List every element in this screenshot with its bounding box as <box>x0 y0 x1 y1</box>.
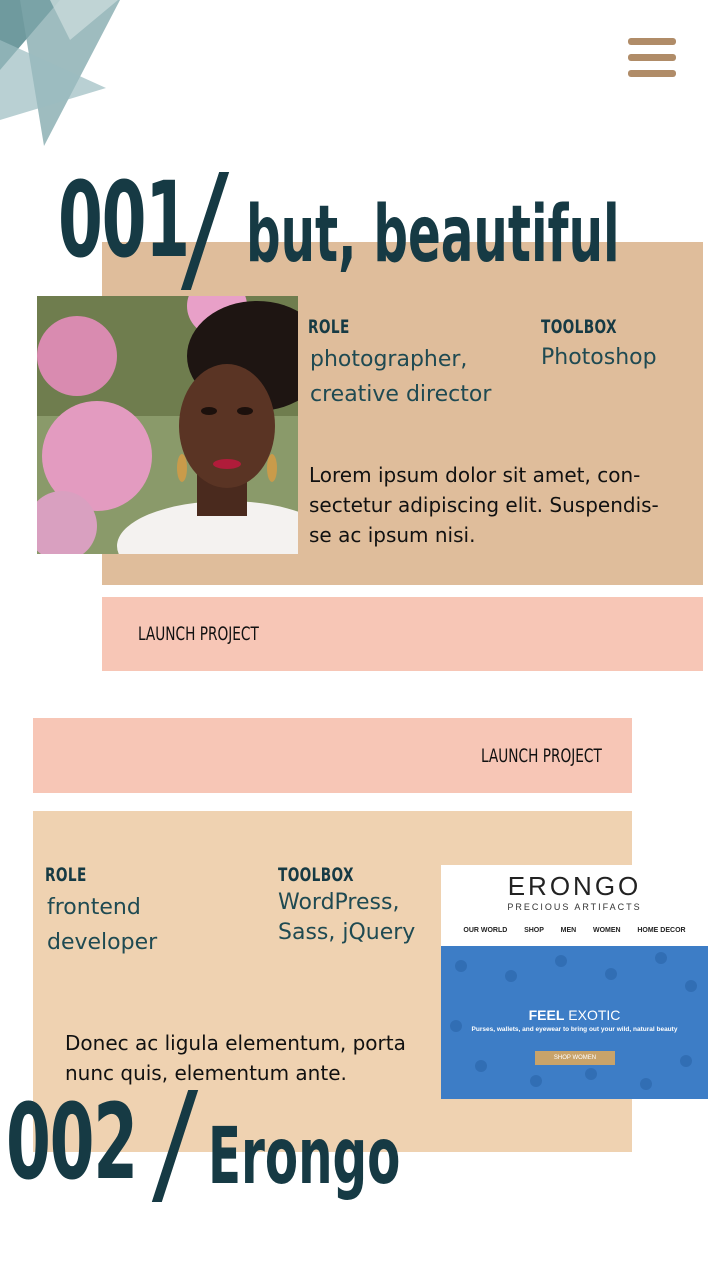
role-value: frontend developer <box>47 895 158 955</box>
project-description: Donec ac ligula elementum, porta nunc qu… <box>65 1031 406 1085</box>
launch-project-button[interactable]: LAUNCH PROJECT <box>102 597 703 671</box>
toolbox-value: WordPress, Sass, jQuery <box>278 890 416 945</box>
project-title: but, beautiful <box>246 190 620 280</box>
screenshot-nav-item: SHOP <box>524 927 544 934</box>
toolbox-value: Photoshop <box>541 345 657 370</box>
project-number: 001 <box>58 159 190 281</box>
launch-project-button[interactable]: LAUNCH PROJECT <box>33 718 632 793</box>
launch-project-label: LAUNCH PROJECT <box>481 745 602 767</box>
hamburger-menu-icon[interactable] <box>626 36 678 82</box>
screenshot-nav-item: MEN <box>560 927 577 934</box>
screenshot-hero: FEEL EXOTIC Purses, wallets, and eyewear… <box>441 946 708 1099</box>
role-label: ROLE <box>45 864 87 886</box>
toolbox-label: TOOLBOX <box>278 864 354 886</box>
screenshot-hero-text: Purses, wallets, and eyewear to bring ou… <box>471 1026 678 1033</box>
screenshot-brand: ERONGO <box>507 871 642 901</box>
project-number: 002 <box>6 1081 138 1203</box>
screenshot-nav-item: WOMEN <box>592 927 621 934</box>
project-screenshot[interactable]: ERONGO PRECIOUS ARTIFACTS OUR WORLD SHOP… <box>441 865 708 1099</box>
geometric-triangles-logo-icon <box>0 0 120 146</box>
toolbox-label: TOOLBOX <box>541 316 617 338</box>
launch-project-label: LAUNCH PROJECT <box>138 623 259 645</box>
screenshot-hero-title: FEEL EXOTIC <box>528 1007 621 1023</box>
project-description: Lorem ipsum dolor sit amet, con- sectetu… <box>309 463 659 547</box>
screenshot-nav-item: HOME DECOR <box>637 927 686 934</box>
project-photo <box>37 296 298 554</box>
role-value: photographer, creative director <box>310 347 492 407</box>
project-title: Erongo <box>208 1112 401 1202</box>
screenshot-tagline: PRECIOUS ARTIFACTS <box>507 902 642 912</box>
role-label: ROLE <box>308 316 350 338</box>
screenshot-nav: OUR WORLD SHOP MEN WOMEN HOME DECOR <box>441 927 708 934</box>
screenshot-nav-item: OUR WORLD <box>463 927 508 934</box>
screenshot-shop-button: SHOP WOMEN <box>535 1051 615 1065</box>
